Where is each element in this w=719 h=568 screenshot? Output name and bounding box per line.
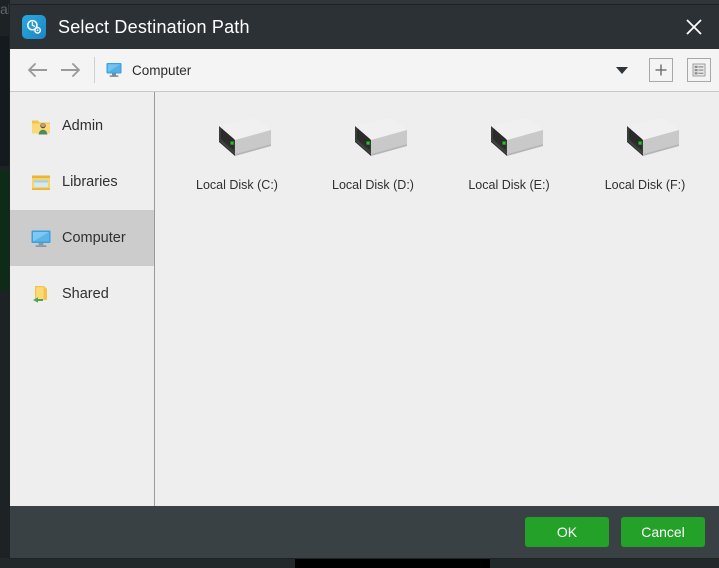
new-folder-button[interactable] [649, 58, 673, 82]
dialog-body: Admin Libraries Computer Shared Local Di… [10, 92, 719, 506]
drive-item[interactable]: Local Disk (E:) [441, 106, 577, 216]
sidebar-item-admin[interactable]: Admin [10, 98, 154, 154]
computer-monitor-icon [31, 230, 51, 247]
toolbar-divider [94, 57, 95, 83]
dialog-titlebar: Select Destination Path [10, 5, 719, 49]
drive-label: Local Disk (F:) [604, 178, 686, 192]
drive-label: Local Disk (E:) [468, 178, 550, 192]
sidebar-item-computer[interactable]: Computer [10, 210, 154, 266]
breadcrumb-current-path: Computer [132, 62, 192, 78]
breadcrumb[interactable]: Computer [105, 56, 609, 84]
close-icon[interactable] [669, 5, 719, 49]
backdrop-panel-dark [0, 36, 10, 166]
file-list-view[interactable]: Local Disk (C:) Local Disk (D:) Local Di… [155, 92, 719, 506]
list-view-icon [692, 63, 706, 77]
navigation-toolbar: Computer [10, 49, 719, 92]
drive-label: Local Disk (C:) [196, 178, 278, 192]
hard-drive-icon [219, 118, 271, 156]
cancel-button[interactable]: Cancel [621, 517, 705, 547]
drive-label: Local Disk (D:) [332, 178, 414, 192]
select-destination-path-dialog: Select Destination Path Computer Admin L… [10, 5, 719, 558]
sidebar-item-label: Computer [62, 230, 126, 246]
ok-button[interactable]: OK [525, 517, 609, 547]
chevron-down-icon[interactable] [609, 56, 635, 84]
user-folder-icon [32, 120, 50, 135]
hard-drive-icon [355, 118, 407, 156]
hard-drive-icon [491, 118, 543, 156]
drive-item[interactable]: Local Disk (C:) [169, 106, 305, 216]
drive-item[interactable]: Local Disk (D:) [305, 106, 441, 216]
libraries-folder-icon [32, 175, 50, 190]
sidebar-item-label: Admin [62, 118, 104, 134]
sidebar-item-libraries[interactable]: Libraries [10, 154, 154, 210]
list-view-button[interactable] [687, 58, 711, 82]
backdrop-panel-green [0, 170, 10, 290]
sidebar-item-label: Libraries [62, 174, 118, 190]
sidebar-item-label: Shared [62, 286, 109, 302]
plus-icon [655, 64, 667, 76]
backdrop-bottom-black-panel [295, 558, 490, 568]
computer-monitor-icon [106, 63, 122, 77]
clock-gear-icon [22, 15, 46, 39]
dialog-title: Select Destination Path [58, 16, 250, 37]
sidebar-item-shared[interactable]: Shared [10, 266, 154, 322]
dialog-footer: OK Cancel [10, 506, 719, 558]
arrow-left-icon[interactable] [20, 55, 54, 85]
drive-item[interactable]: Local Disk (F:) [577, 106, 713, 216]
places-sidebar: Admin Libraries Computer Shared [10, 92, 155, 506]
shared-folder-icon [33, 286, 47, 303]
arrow-right-icon[interactable] [54, 55, 88, 85]
hard-drive-icon [627, 118, 679, 156]
